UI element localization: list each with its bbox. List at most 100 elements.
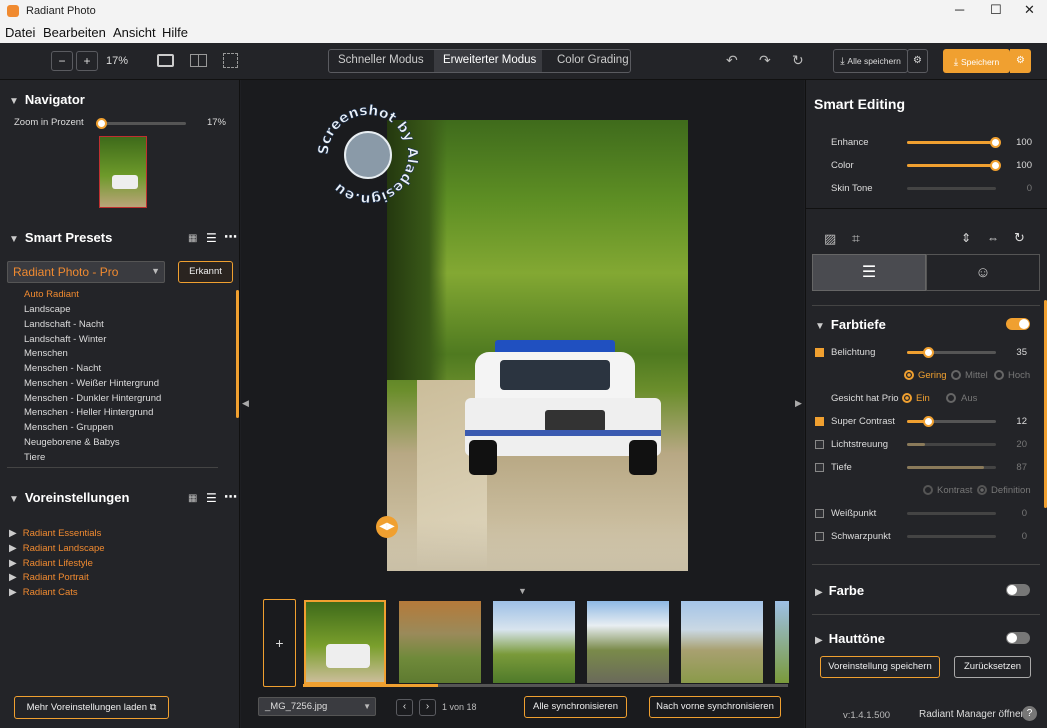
preset-menschen-hell[interactable]: Menschen - Heller Hintergrund <box>24 407 153 418</box>
reset-button[interactable]: Zurücksetzen <box>954 656 1031 678</box>
preset-scrollbar[interactable] <box>236 290 239 418</box>
list-view-icon[interactable]: ☰ <box>206 231 217 245</box>
preset-menschen-gruppen[interactable]: Menschen - Gruppen <box>24 422 113 433</box>
smart-presets-header[interactable]: ▼ Smart Presets <box>9 230 112 245</box>
preset-menschen-dunkel[interactable]: Menschen - Dunkler Hintergrund <box>24 393 161 404</box>
add-image-button[interactable]: + <box>263 599 296 687</box>
radio-definition[interactable] <box>977 485 987 495</box>
save-options-button[interactable]: ⚙ <box>1010 49 1031 73</box>
group-radiant-landscape[interactable]: ▶ Radiant Landscape <box>9 540 105 554</box>
schwarzpunkt-checkbox[interactable] <box>815 532 824 541</box>
radio-hoch[interactable] <box>994 370 1004 380</box>
more-options-icon[interactable]: ⋯ <box>224 489 237 505</box>
radiant-manager-link[interactable]: Radiant Manager öffnen <box>919 709 1026 720</box>
radio-ein[interactable] <box>902 393 912 403</box>
split-view-icon[interactable] <box>190 54 207 67</box>
preset-menschen[interactable]: Menschen <box>24 348 68 359</box>
schwarzpunkt-track[interactable] <box>907 535 996 538</box>
load-more-presets-button[interactable]: Mehr Voreinstellungen laden ⧉ <box>14 696 169 719</box>
belichtung-knob[interactable] <box>923 347 934 358</box>
more-options-icon[interactable]: ⋯ <box>224 229 237 245</box>
radio-kontrast[interactable] <box>923 485 933 495</box>
voreinstellungen-header[interactable]: ▼ Voreinstellungen <box>9 490 129 505</box>
preset-auto-radiant[interactable]: Auto Radiant <box>24 289 79 300</box>
crop-view-icon[interactable] <box>223 53 238 68</box>
menu-bearbeiten[interactable]: Bearbeiten <box>43 25 106 40</box>
navigator-header[interactable]: ▼ Navigator <box>9 92 85 107</box>
tiefe-checkbox[interactable] <box>815 463 824 472</box>
menu-ansicht[interactable]: Ansicht <box>113 25 156 40</box>
redo-icon[interactable]: ↷ <box>759 52 771 69</box>
filmstrip-thumb-3[interactable] <box>493 601 575 683</box>
zoom-out-button[interactable]: − <box>51 51 73 71</box>
refresh-icon[interactable]: ↻ <box>792 52 804 69</box>
belichtung-checkbox[interactable] <box>815 348 824 357</box>
list-view-icon[interactable]: ☰ <box>206 491 217 505</box>
main-photo[interactable] <box>387 120 688 571</box>
save-button[interactable]: ⤓ Speichern <box>943 49 1010 73</box>
enhance-knob[interactable] <box>990 137 1001 148</box>
skin-tone-track[interactable] <box>907 187 996 190</box>
super-contrast-knob[interactable] <box>923 416 934 427</box>
preset-landschaft-winter[interactable]: Landschaft - Winter <box>24 334 106 345</box>
preset-dropdown[interactable]: Radiant Photo - Pro ▼ <box>7 261 165 283</box>
nav-zoom-track[interactable] <box>100 122 186 125</box>
flip-horizontal-icon[interactable]: ⇔ <box>987 231 999 245</box>
group-radiant-lifestyle[interactable]: ▶ Radiant Lifestyle <box>9 555 93 569</box>
crop-icon[interactable]: ⌗ <box>852 230 860 247</box>
compare-handle[interactable]: ◀▶ <box>376 516 398 538</box>
zoom-in-button[interactable]: + <box>76 51 98 71</box>
maximize-icon[interactable]: ☐ <box>990 2 1002 18</box>
preset-landschaft-nacht[interactable]: Landschaft - Nacht <box>24 319 104 330</box>
group-radiant-essentials[interactable]: ▶ Radiant Essentials <box>9 525 101 539</box>
farbe-header[interactable]: ▶ Farbe <box>815 583 864 598</box>
filename-select[interactable]: _MG_7256.jpg ▼ <box>258 697 376 716</box>
radio-aus[interactable] <box>946 393 956 403</box>
filmstrip-scrollbar[interactable] <box>303 684 788 687</box>
sync-all-button[interactable]: Alle synchronisieren <box>524 696 627 718</box>
grid-view-icon[interactable]: ▦ <box>188 493 197 504</box>
image-icon[interactable]: ▨ <box>824 231 836 247</box>
single-view-icon[interactable] <box>157 54 174 67</box>
lichtstreuung-checkbox[interactable] <box>815 440 824 449</box>
super-contrast-checkbox[interactable] <box>815 417 824 426</box>
save-all-options-button[interactable]: ⚙ <box>907 49 928 73</box>
next-image-button[interactable]: › <box>419 699 436 716</box>
farbtiefe-header[interactable]: ▼ Farbtiefe <box>815 317 886 332</box>
menu-datei[interactable]: Datei <box>5 25 35 40</box>
filmstrip-thumb-4[interactable] <box>587 601 669 683</box>
sync-forward-button[interactable]: Nach vorne synchronisieren <box>649 696 781 718</box>
tab-adjustments[interactable]: ☰ <box>812 254 926 291</box>
farbe-toggle[interactable] <box>1006 584 1030 596</box>
group-radiant-cats[interactable]: ▶ Radiant Cats <box>9 584 78 598</box>
filmstrip-thumb-2[interactable] <box>399 601 481 683</box>
preset-landscape[interactable]: Landscape <box>24 304 70 315</box>
radio-gering[interactable] <box>904 370 914 380</box>
collapse-right-icon[interactable]: ▶ <box>795 398 802 409</box>
radio-mittel[interactable] <box>951 370 961 380</box>
group-radiant-portrait[interactable]: ▶ Radiant Portrait <box>9 569 89 583</box>
help-icon[interactable]: ? <box>1022 706 1037 721</box>
preset-menschen-nacht[interactable]: Menschen - Nacht <box>24 363 101 374</box>
preset-tiere[interactable]: Tiere <box>24 452 45 461</box>
tab-face[interactable]: ☺ <box>926 254 1040 291</box>
nav-zoom-knob[interactable] <box>96 118 107 129</box>
filmstrip-thumb-1[interactable] <box>304 600 386 684</box>
filmstrip-thumb-5[interactable] <box>681 601 763 683</box>
navigator-thumbnail[interactable] <box>99 136 147 208</box>
hauttoene-header[interactable]: ▶ Hauttöne <box>815 631 885 646</box>
collapse-left-icon[interactable]: ◀ <box>242 398 249 409</box>
close-icon[interactable]: ✕ <box>1024 2 1035 18</box>
farbtiefe-toggle[interactable] <box>1006 318 1030 330</box>
flip-vertical-icon[interactable]: ⇕ <box>961 231 971 245</box>
preset-menschen-weiss[interactable]: Menschen - Weißer Hintergrund <box>24 378 159 389</box>
filmstrip-toggle-icon[interactable]: ▼ <box>518 586 527 596</box>
filmstrip-thumb-6[interactable] <box>775 601 789 683</box>
color-knob[interactable] <box>990 160 1001 171</box>
tab-schneller-modus[interactable]: Schneller Modus <box>338 54 424 66</box>
menu-hilfe[interactable]: Hilfe <box>162 25 188 40</box>
save-all-button[interactable]: ⤓ Alle speichern <box>833 49 908 73</box>
detected-button[interactable]: Erkannt <box>178 261 233 283</box>
save-preset-button[interactable]: Voreinstellung speichern <box>820 656 940 678</box>
weisspunkt-track[interactable] <box>907 512 996 515</box>
